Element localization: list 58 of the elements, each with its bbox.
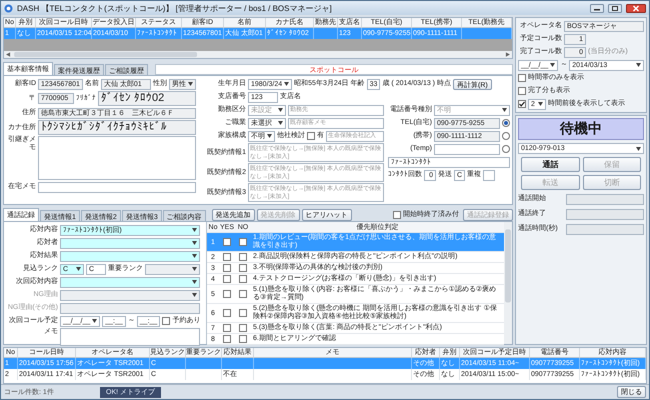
input-field[interactable] xyxy=(60,302,200,314)
close-icon[interactable] xyxy=(626,4,646,12)
caret-icon xyxy=(278,121,283,125)
checkbox[interactable] xyxy=(223,335,231,343)
radio-button[interactable] xyxy=(502,145,510,153)
maximize-icon[interactable] xyxy=(608,4,622,12)
value-field: ﾄｸｼﾏｼﾋｶﾞｼﾀﾞｲｸﾁｮｳﾐｷﾋﾞﾙ xyxy=(38,120,196,135)
caret-icon xyxy=(284,82,290,86)
checkbox[interactable] xyxy=(223,264,231,272)
checkbox[interactable] xyxy=(223,253,231,261)
checkbox[interactable] xyxy=(239,253,247,261)
caret-icon xyxy=(188,82,193,86)
checkbox[interactable] xyxy=(518,74,526,82)
caret-icon xyxy=(636,63,641,67)
caret-icon xyxy=(636,146,641,150)
checkbox[interactable] xyxy=(223,290,231,298)
checkbox[interactable] xyxy=(223,309,231,317)
app-icon xyxy=(4,4,13,12)
caret-icon xyxy=(192,280,197,284)
call-button[interactable]: 通話 xyxy=(521,157,580,172)
checkbox[interactable] xyxy=(239,275,247,283)
caret-icon xyxy=(550,63,556,67)
caret-icon xyxy=(192,228,197,232)
checkbox[interactable] xyxy=(239,324,247,332)
caret-icon xyxy=(278,108,283,112)
checkbox[interactable] xyxy=(223,275,231,283)
caret-icon xyxy=(192,241,197,245)
memo-field[interactable] xyxy=(38,136,196,180)
checkbox[interactable] xyxy=(239,309,247,317)
checkbox[interactable] xyxy=(223,238,231,246)
memo-field[interactable] xyxy=(60,328,200,346)
checkbox[interactable] xyxy=(307,132,315,140)
caret-icon xyxy=(92,319,98,323)
caret-icon xyxy=(502,108,507,112)
caret-icon xyxy=(192,267,197,271)
checkbox[interactable] xyxy=(239,290,247,298)
caret-icon xyxy=(538,102,543,106)
checkbox[interactable] xyxy=(239,264,247,272)
memo-field[interactable] xyxy=(38,182,196,192)
caret-icon xyxy=(192,293,197,297)
window-title: DASH 【TELコンタクト(スポットコール)】 [管理者サポーター / bos1 / BOSマネージャ] xyxy=(17,2,333,14)
checkbox[interactable] xyxy=(223,324,231,332)
caret-icon xyxy=(76,267,81,271)
checkbox[interactable] xyxy=(239,238,247,246)
radio-button[interactable] xyxy=(502,132,510,140)
checkbox[interactable] xyxy=(393,211,401,219)
input-field[interactable] xyxy=(483,170,496,180)
caret-icon xyxy=(192,254,197,258)
minimize-icon[interactable] xyxy=(590,4,604,12)
checkbox[interactable] xyxy=(239,335,247,343)
checkbox[interactable] xyxy=(518,100,526,108)
value-field: ﾀﾞｲｾﾝ ﾀﾛｳ02 xyxy=(98,91,196,106)
caret-icon xyxy=(267,134,272,138)
checkbox[interactable] xyxy=(518,87,526,95)
input-field[interactable] xyxy=(434,144,500,154)
checkbox[interactable] xyxy=(162,317,170,325)
radio-button[interactable] xyxy=(502,119,510,127)
status-display: 待機中 xyxy=(518,118,644,140)
